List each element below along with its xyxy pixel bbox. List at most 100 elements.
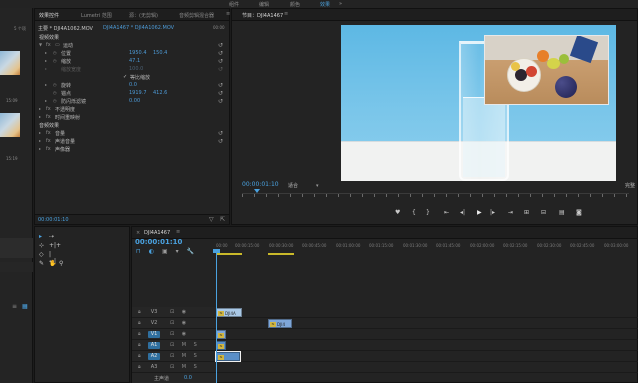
- expand-triangle-icon[interactable]: ▼: [39, 42, 42, 47]
- fx-volume-row[interactable]: ▸ fx 音量 ↺: [35, 130, 229, 138]
- tab-sequence[interactable]: DJI4A1467: [144, 230, 170, 236]
- lock-icon[interactable]: 🔒︎: [138, 331, 141, 337]
- stopwatch-icon[interactable]: ◷: [53, 90, 57, 95]
- tab-effect-controls[interactable]: 效果控件: [39, 12, 59, 19]
- uniform-scale-label[interactable]: 等比缩放: [130, 74, 150, 81]
- tab-source[interactable]: 源：(无剪辑): [129, 12, 158, 19]
- expand-triangle-icon[interactable]: ▸: [39, 138, 41, 143]
- step-forward-icon[interactable]: |▸: [490, 209, 495, 216]
- play-icon[interactable]: ▶: [477, 209, 482, 216]
- timeline-clip[interactable]: fx DJI4A: [216, 308, 242, 317]
- reset-icon[interactable]: ↺: [218, 82, 223, 89]
- reset-icon[interactable]: ↺: [218, 90, 223, 97]
- stopwatch-icon[interactable]: ◷: [53, 98, 57, 103]
- anchor-y-value[interactable]: 412.6: [153, 90, 167, 96]
- fx-opacity-row[interactable]: ▸ fx 不透明度: [35, 106, 229, 114]
- media-thumbnail[interactable]: [0, 113, 20, 137]
- master-volume-value[interactable]: 0.0: [184, 375, 192, 381]
- checkbox-icon[interactable]: ✓: [123, 74, 127, 80]
- expand-triangle-icon[interactable]: ▸: [39, 146, 41, 151]
- rotation-value[interactable]: 0.0: [129, 82, 137, 88]
- timeline-playhead[interactable]: [216, 253, 217, 383]
- lock-icon[interactable]: 🔒︎: [138, 309, 141, 315]
- tab-program[interactable]: 节目：DJI4A1467: [242, 12, 283, 19]
- stopwatch-icon[interactable]: ◷: [53, 58, 57, 63]
- track-name[interactable]: V1: [148, 331, 160, 338]
- lock-icon[interactable]: 🔒︎: [138, 320, 141, 326]
- fx-panner-row[interactable]: ▸ fx 声像器: [35, 146, 229, 154]
- timeline-timecode[interactable]: 00:00:01:10: [135, 238, 182, 246]
- workspace-tab-assembly[interactable]: 组件: [229, 1, 239, 8]
- anchor-x-value[interactable]: 1919.7: [129, 90, 147, 96]
- program-mini-ruler[interactable]: [242, 193, 629, 202]
- program-playhead[interactable]: [254, 189, 260, 193]
- comparison-view-icon[interactable]: ▤: [559, 209, 565, 216]
- track-name[interactable]: V3: [148, 309, 160, 316]
- expand-triangle-icon[interactable]: ▸: [39, 114, 41, 119]
- mark-out-icon[interactable]: }: [426, 209, 430, 216]
- fx-channel-row[interactable]: ▸ fx 声道音量 ↺: [35, 138, 229, 146]
- track-toggles[interactable]: ⊡ M S: [170, 353, 200, 359]
- position-y-value[interactable]: 150.4: [153, 50, 167, 56]
- slip-tool-icon[interactable]: |↔|: [49, 251, 57, 265]
- extract-icon[interactable]: ⊟: [541, 209, 546, 216]
- fx-time-remap-row[interactable]: ▸ fx 时间重映射: [35, 114, 229, 122]
- lock-icon[interactable]: 🔒︎: [138, 342, 141, 348]
- track-toggles[interactable]: ⊡ M S: [170, 364, 200, 370]
- resolution-dropdown[interactable]: 完整: [625, 182, 635, 189]
- fx-motion-row[interactable]: ▼ fx ▭ 运动 ↺: [35, 42, 229, 50]
- workspace-tab-color[interactable]: 颜色: [290, 1, 300, 8]
- track-name[interactable]: V2: [148, 320, 160, 327]
- lock-icon[interactable]: 🔒︎: [138, 364, 141, 370]
- marker-icon[interactable]: ♥: [395, 209, 400, 216]
- expand-triangle-icon[interactable]: ▸: [39, 106, 41, 111]
- sequence-clip-label[interactable]: DJI4A1467 * DJI4A1062.MOV: [103, 25, 174, 31]
- workspace-tab-effects[interactable]: 效果: [317, 1, 333, 10]
- tab-close-icon[interactable]: ×: [136, 230, 140, 236]
- linked-select-icon[interactable]: ◐: [149, 248, 162, 255]
- expand-triangle-icon[interactable]: ▸: [39, 130, 41, 135]
- expand-triangle-icon[interactable]: ▸: [45, 50, 47, 55]
- pen-tool-icon[interactable]: ✎: [39, 260, 47, 268]
- track-name[interactable]: A3: [148, 364, 160, 371]
- go-to-out-icon[interactable]: ⇥: [508, 209, 513, 216]
- timeline-ruler[interactable]: 00:00 00:00:15:00 00:00:30:00 00:00:45:0…: [216, 243, 637, 253]
- track-toggles[interactable]: ⊡ ◉: [170, 331, 189, 337]
- picture-in-picture-overlay[interactable]: [484, 35, 609, 105]
- stopwatch-icon[interactable]: ◷: [53, 82, 57, 87]
- go-to-in-icon[interactable]: ⇤: [444, 209, 449, 216]
- master-clip-label[interactable]: 主要 * DJI4A1062.MOV: [38, 25, 93, 32]
- zoom-fit-dropdown[interactable]: 适合: [288, 182, 319, 189]
- selection-tool-icon[interactable]: ▸: [39, 233, 47, 241]
- reset-icon[interactable]: ↺: [218, 42, 223, 49]
- expand-triangle-icon[interactable]: ▸: [45, 82, 47, 87]
- program-video-frame[interactable]: [341, 25, 616, 181]
- mark-in-icon[interactable]: {: [412, 209, 416, 216]
- tab-audio-clip-mixer[interactable]: 音频剪辑混合器: [179, 12, 214, 19]
- project-search-area[interactable]: [0, 238, 33, 258]
- project-list-row[interactable]: [0, 262, 33, 272]
- panel-menu-icon[interactable]: ≡: [226, 11, 230, 17]
- expand-triangle-icon[interactable]: ▸: [45, 58, 47, 63]
- reset-icon[interactable]: ↺: [218, 58, 223, 65]
- reset-icon[interactable]: ↺: [218, 138, 223, 145]
- flicker-value[interactable]: 0.00: [129, 98, 140, 104]
- add-marker-icon[interactable]: ▾: [176, 248, 187, 255]
- hand-tool-icon[interactable]: ✋: [49, 260, 57, 268]
- track-name[interactable]: A2: [148, 353, 160, 360]
- nest-icon[interactable]: ▣: [162, 248, 176, 255]
- audio-clip[interactable]: fx: [216, 341, 226, 350]
- workspace-more-icon[interactable]: »: [339, 1, 342, 7]
- lift-icon[interactable]: ⊞: [524, 209, 529, 216]
- filter-icon[interactable]: ▽: [209, 216, 214, 223]
- audio-clip-selected[interactable]: fx: [215, 351, 241, 362]
- position-x-value[interactable]: 1950.4: [129, 50, 147, 56]
- expand-triangle-icon[interactable]: ▸: [45, 98, 47, 103]
- step-back-icon[interactable]: ◂|: [460, 209, 465, 216]
- snap-icon[interactable]: ⊓: [136, 248, 149, 255]
- workspace-tab-editing[interactable]: 编辑: [259, 1, 269, 8]
- program-timecode[interactable]: 00:00:01:10: [242, 181, 279, 188]
- zoom-tool-icon[interactable]: ⚲: [59, 260, 67, 268]
- list-view-icon[interactable]: ≡: [12, 303, 17, 310]
- rolling-edit-tool-icon[interactable]: +|+: [49, 242, 61, 250]
